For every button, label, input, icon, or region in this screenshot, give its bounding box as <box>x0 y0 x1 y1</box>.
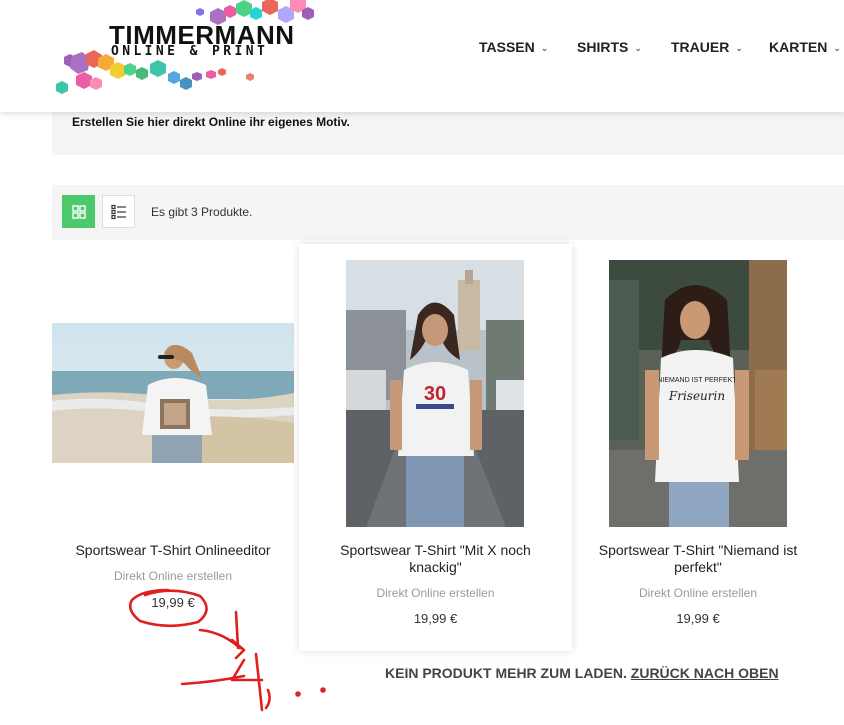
product-price: 19,99 € <box>151 595 195 610</box>
chevron-down-icon: ⌄ <box>735 42 743 53</box>
nav-item-tassen[interactable]: TASSEN ⌄ <box>479 37 548 57</box>
chevron-down-icon: ⌄ <box>634 42 642 53</box>
product-count: Es gibt 3 Produkte. <box>151 205 253 219</box>
product-image-city-tshirt[interactable]: NIEMAND IST PERFEKT Friseurin <box>609 260 787 527</box>
product-list-toolbar: Es gibt 3 Produkte. <box>52 185 844 240</box>
product-card[interactable]: 30 Sportswear T-Shirt "Mit X noch knacki… <box>299 244 572 651</box>
site-logo[interactable]: TIMMERMANN ONLINE & PRINT <box>50 0 320 105</box>
site-header: TIMMERMANN ONLINE & PRINT TASSEN ⌄ SHIRT… <box>0 0 844 112</box>
shirt-print-number: 30 <box>424 383 446 405</box>
product-subtitle: Direkt Online erstellen <box>113 569 233 583</box>
product-subtitle: Direkt Online erstellen <box>638 586 758 600</box>
nav-item-shirts[interactable]: SHIRTS ⌄ <box>577 37 642 57</box>
product-price: 19,99 € <box>676 611 720 626</box>
category-description-text: Erstellen Sie hier direkt Online ihr eig… <box>72 115 350 129</box>
category-description: Erstellen Sie hier direkt Online ihr eig… <box>52 112 844 155</box>
shirt-print-word: Friseurin <box>668 389 725 403</box>
nav-label: SHIRTS <box>577 39 629 55</box>
product-price: 19,99 € <box>413 611 458 626</box>
product-subtitle: Direkt Online erstellen <box>376 586 495 600</box>
nav-label: TRAUER <box>671 39 730 55</box>
back-to-top-link[interactable]: ZURÜCK NACH OBEN <box>631 665 779 681</box>
nav-label: KARTEN <box>769 39 828 55</box>
load-more-status: KEIN PRODUKT MEHR ZUM LADEN. ZURÜCK NACH… <box>385 665 779 681</box>
product-image-beach-tshirt[interactable] <box>52 323 294 463</box>
product-name[interactable]: Sportswear T-Shirt "Mit X noch knackig" <box>324 542 547 576</box>
handwritten-mark <box>180 652 264 712</box>
product-name[interactable]: Sportswear T-Shirt Onlineeditor <box>52 542 294 559</box>
product-image-street-tshirt[interactable]: 30 <box>346 260 524 527</box>
grid-view-button[interactable] <box>62 195 95 228</box>
chevron-down-icon: ⌄ <box>833 42 841 53</box>
no-more-products-text: KEIN PRODUKT MEHR ZUM LADEN. <box>385 665 627 681</box>
stroke-mark <box>234 610 240 650</box>
arrow-mark <box>198 628 246 660</box>
nav-label: TASSEN <box>479 39 535 55</box>
chevron-down-icon: ⌄ <box>540 42 549 53</box>
grid-icon <box>71 204 86 219</box>
shirt-print-line1: NIEMAND IST PERFEKT <box>657 377 737 384</box>
nav-item-karten[interactable]: KARTEN ⌄ <box>769 37 841 57</box>
list-icon <box>110 204 126 219</box>
nav-item-trauer[interactable]: TRAUER ⌄ <box>671 37 743 57</box>
list-view-button[interactable] <box>102 195 135 228</box>
product-name[interactable]: Sportswear T-Shirt "Niemand ist perfekt" <box>590 542 806 576</box>
brand-tagline: ONLINE & PRINT <box>111 44 269 59</box>
